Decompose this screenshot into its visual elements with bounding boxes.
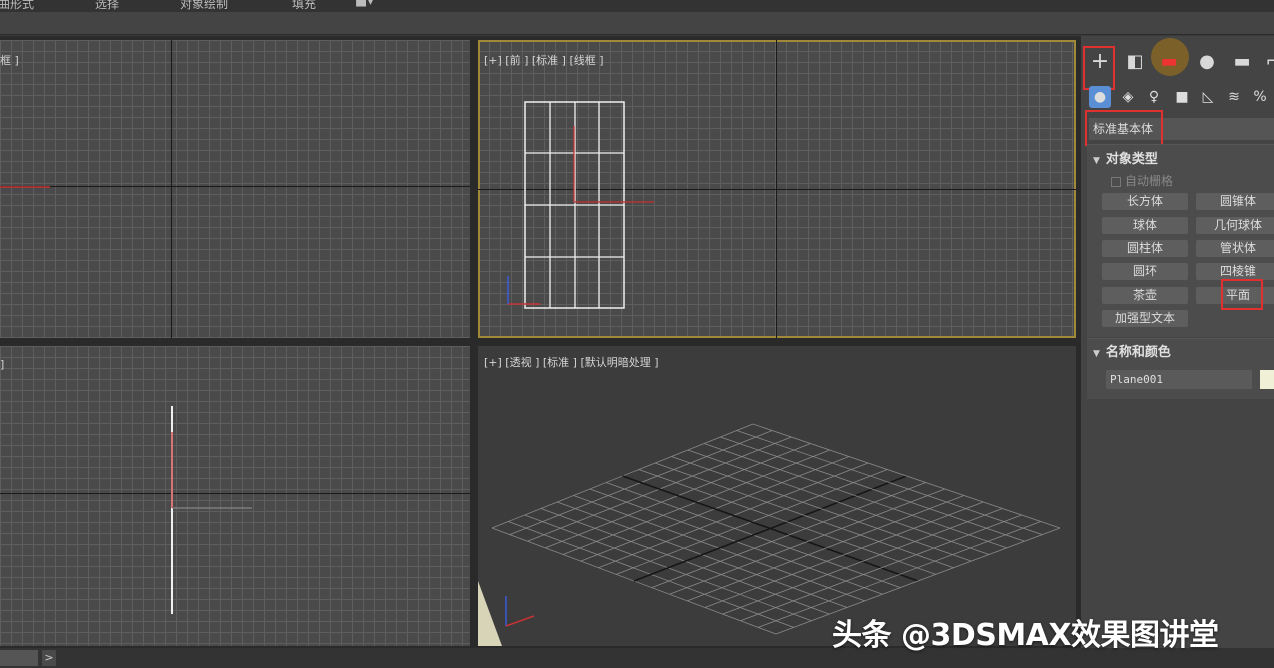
viewport-front[interactable]: [+] [前 ] [标准 ] [线框 ] <box>478 40 1076 338</box>
collapse-triangle-icon: ▼ <box>1093 349 1100 359</box>
name-color-title: 名称和颜色 <box>1105 345 1171 360</box>
name-color-header[interactable]: ▼ 名称和颜色 <box>1093 341 1274 360</box>
viewport-left[interactable]: ] <box>0 346 470 646</box>
modify-icon[interactable]: ◧ <box>1121 48 1149 74</box>
plane-object-edge[interactable] <box>0 346 470 646</box>
geosphere-button[interactable]: 几何球体 <box>1196 217 1274 234</box>
display-icon[interactable]: ▬ <box>1228 48 1256 74</box>
teapot-button[interactable]: 茶壶 <box>1102 287 1188 304</box>
grid-axis-horizontal <box>0 186 470 187</box>
pyramid-button[interactable]: 四棱锥 <box>1196 263 1274 280</box>
menu-item[interactable]: 选择 <box>95 0 119 12</box>
sphere-button[interactable]: 球体 <box>1102 217 1188 234</box>
highlight-dropdown <box>1085 110 1163 146</box>
viewport-top[interactable]: 框 ] <box>0 40 470 338</box>
spacewarps-icon[interactable]: ≋ <box>1223 86 1245 108</box>
autogrid-checkbox[interactable]: 自动栅格 <box>1111 172 1173 189</box>
object-color-swatch[interactable] <box>1260 370 1274 389</box>
main-toolbar <box>0 12 1274 35</box>
highlight-plane-button <box>1221 279 1263 310</box>
viewport-area: 框 ] [+] [前 ] [标准 ] [线框 ] ] [+] [透视] [标准… <box>0 36 1080 648</box>
plane-object-wireframe[interactable] <box>478 40 1076 338</box>
object-name-input[interactable]: Plane001 <box>1106 370 1252 389</box>
next-frame-button[interactable]: > <box>42 650 56 666</box>
cone-button[interactable]: 圆锥体 <box>1196 193 1274 210</box>
cameras-icon[interactable]: ■ <box>1171 86 1193 108</box>
lights-icon[interactable]: ♀ <box>1143 86 1165 108</box>
menu-bar: 曲形式 选择 对象绘制 填充 ■▾ <box>0 0 1274 12</box>
motion-icon[interactable]: ● <box>1193 48 1221 74</box>
systems-icon[interactable]: % <box>1249 86 1271 108</box>
menu-item[interactable]: 曲形式 <box>0 0 34 12</box>
box-button[interactable]: 长方体 <box>1102 193 1188 210</box>
checkbox-box <box>1111 176 1121 187</box>
object-type-header[interactable]: ▼ 对象类型 <box>1093 148 1274 167</box>
snap-icon[interactable]: ■▾ <box>355 0 374 9</box>
tube-button[interactable]: 管状体 <box>1196 240 1274 257</box>
autogrid-label: 自动栅格 <box>1125 174 1174 188</box>
menu-item[interactable]: 对象绘制 <box>180 0 228 12</box>
hierarchy-icon[interactable]: ▬ <box>1155 48 1183 74</box>
utilities-icon[interactable]: ⌐ <box>1259 48 1274 74</box>
geometry-icon[interactable]: ● <box>1089 86 1111 108</box>
textplus-button[interactable]: 加强型文本 <box>1102 310 1188 327</box>
cylinder-button[interactable]: 圆柱体 <box>1102 240 1188 257</box>
grid-axis-vertical <box>171 40 172 338</box>
shapes-icon[interactable]: ◈ <box>1117 86 1139 108</box>
torus-button[interactable]: 圆环 <box>1102 263 1188 280</box>
collapse-triangle-icon: ▼ <box>1093 156 1100 166</box>
command-panel: + ◧ ▬ ● ▬ ⌐ ● ◈ ♀ ■ ◺ ≋ % 标准基本体 ▼对象类型 自动… <box>1080 36 1274 648</box>
category-icons: ● ◈ ♀ ■ ◺ ≋ % <box>1081 84 1274 110</box>
menu-item[interactable]: 填充 <box>292 0 316 12</box>
helpers-icon[interactable]: ◺ <box>1197 86 1219 108</box>
watermark: 头条 @3DSMAX效果图讲堂 <box>832 618 1219 653</box>
axis-gizmo <box>0 186 50 188</box>
time-slider[interactable] <box>0 650 38 666</box>
perspective-grid <box>478 423 1061 646</box>
viewport-perspective[interactable]: [+] [透视 ] [标准 ] [默认明暗处理 ] <box>478 346 1076 646</box>
viewport-label[interactable]: 框 ] <box>0 52 19 68</box>
object-type-title: 对象类型 <box>1105 152 1158 167</box>
